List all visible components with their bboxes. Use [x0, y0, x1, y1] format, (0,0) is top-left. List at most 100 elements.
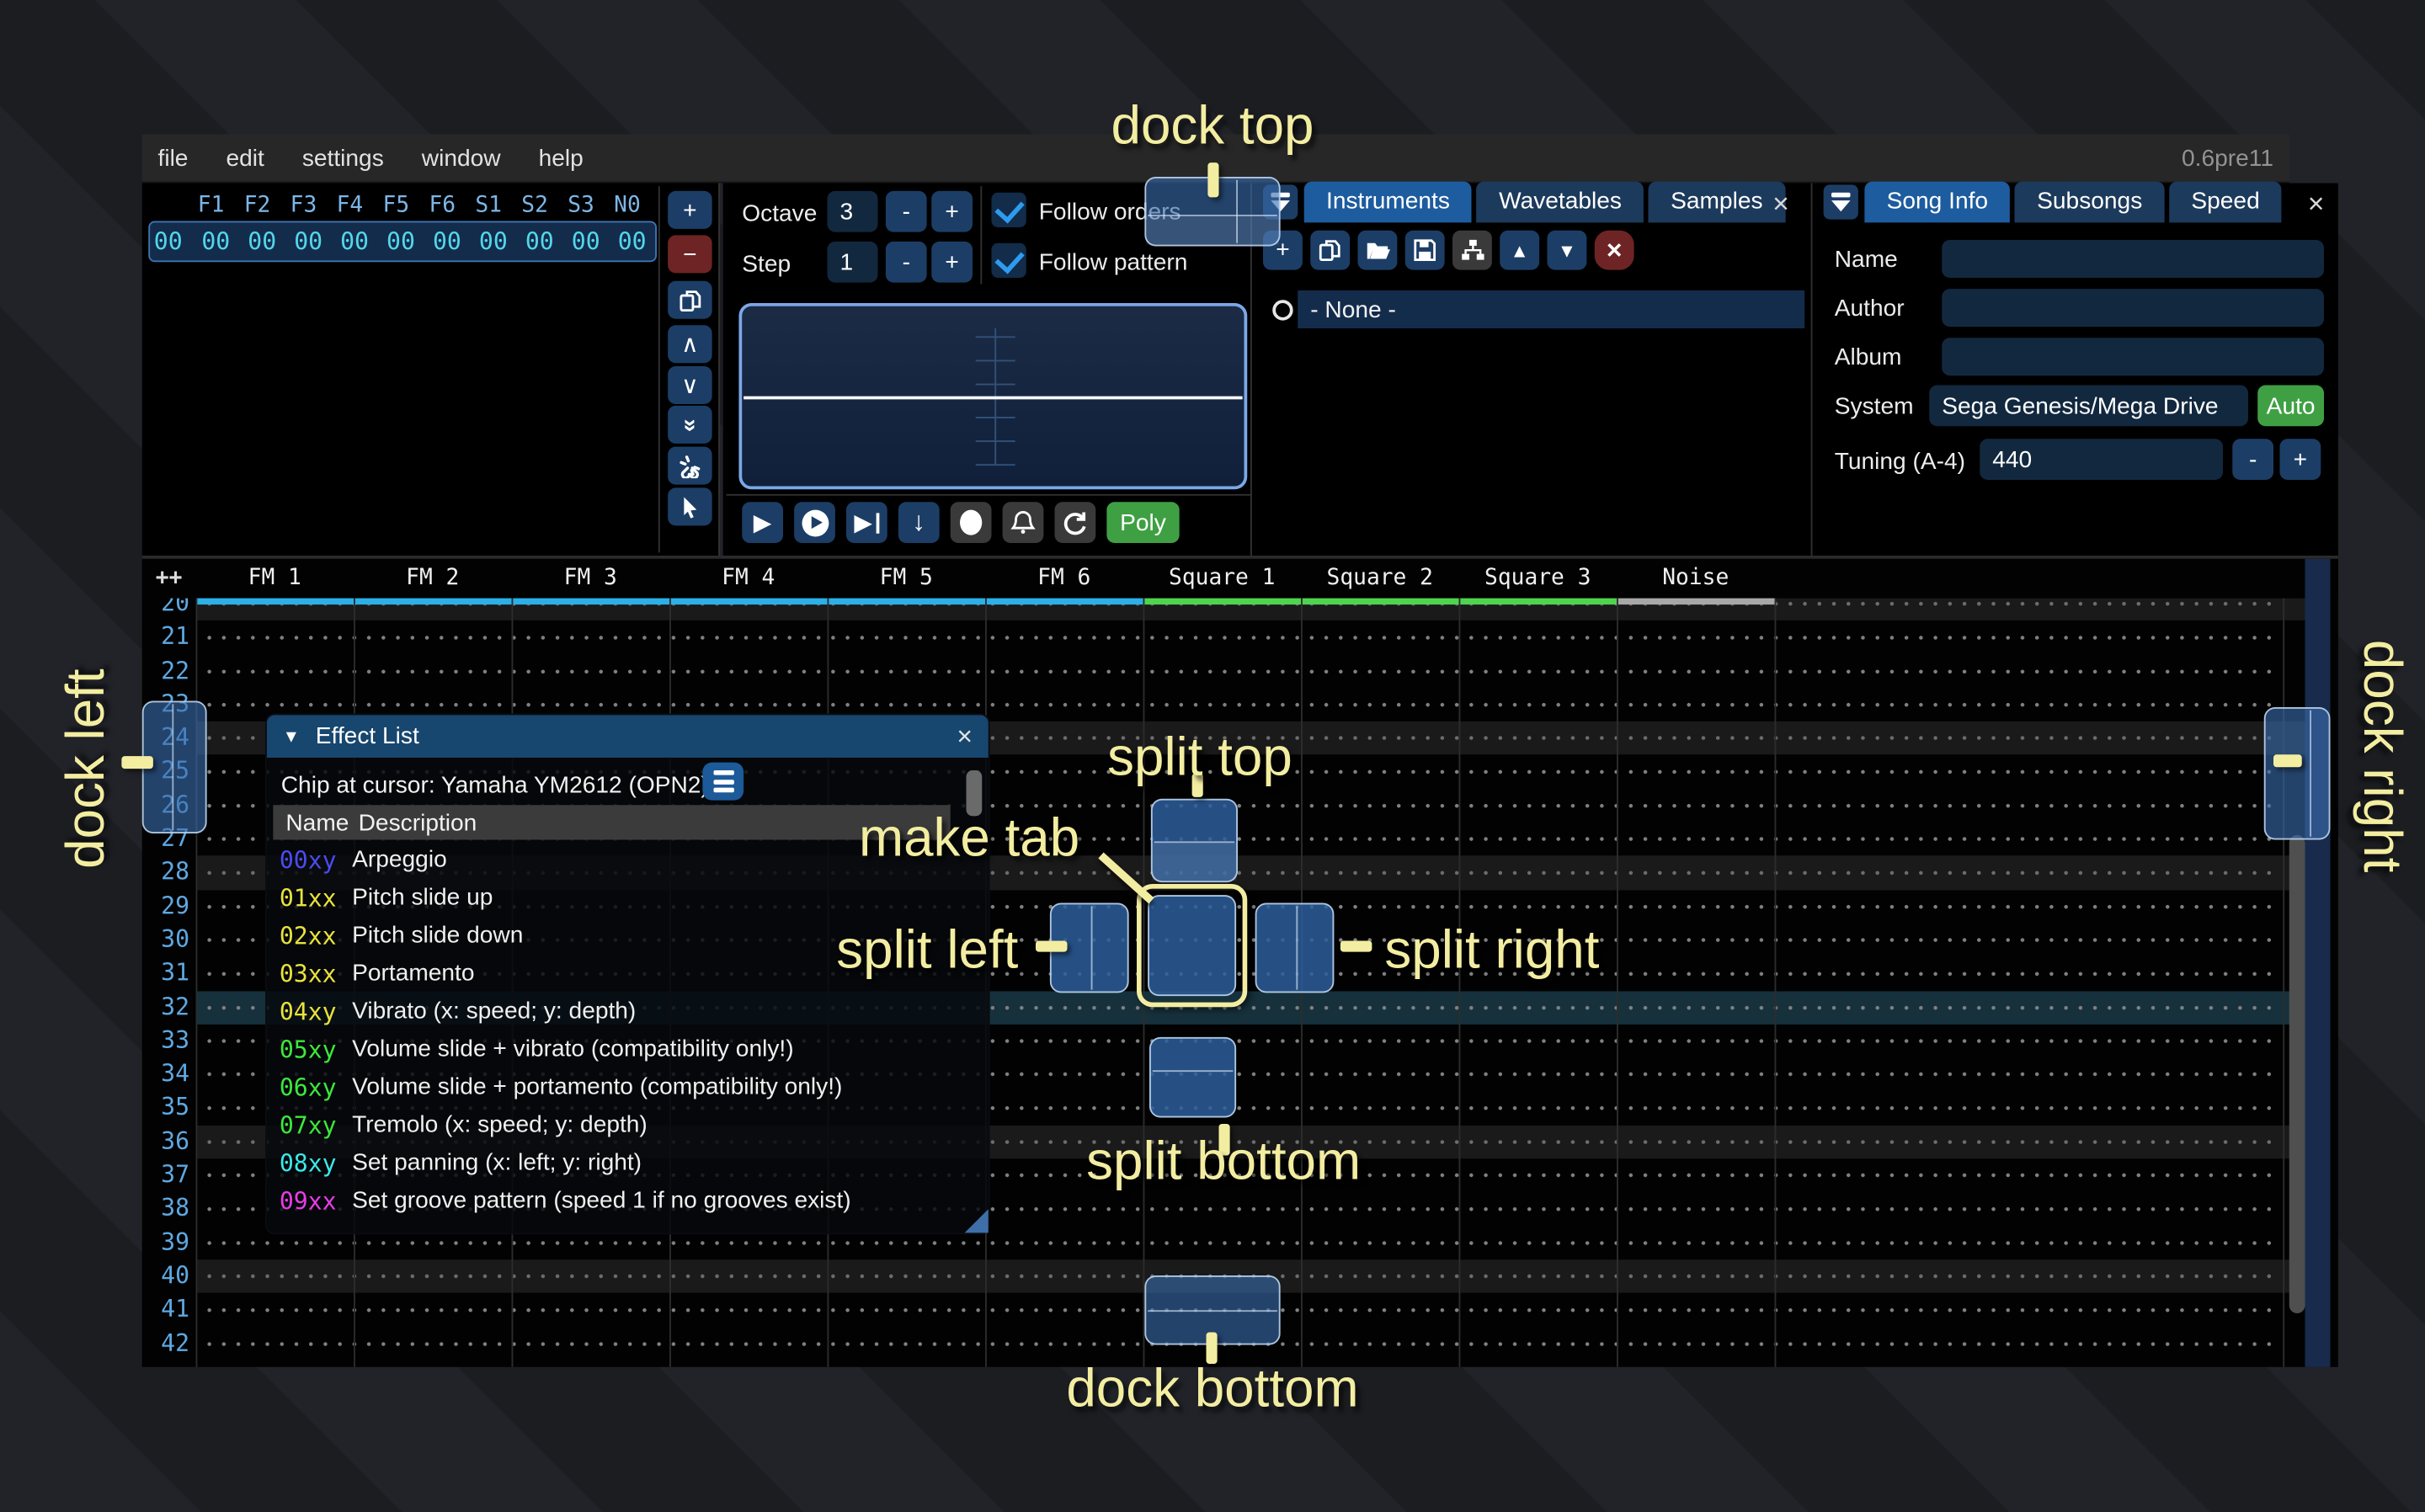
empty-pattern-cells[interactable]: [202, 654, 2280, 688]
dock-right-target[interactable]: [2264, 707, 2331, 840]
effect-row: 08xy Set panning (x: left; y: right): [267, 1144, 978, 1182]
order-move-up-button[interactable]: ∧: [668, 325, 712, 363]
metronome-button[interactable]: [1003, 502, 1044, 543]
order-duplicate-end-button[interactable]: »: [668, 406, 712, 444]
channel-header[interactable]: Square 1: [1143, 559, 1302, 599]
order-cell[interactable]: 00: [516, 227, 562, 256]
tuning-increase-button[interactable]: +: [2280, 439, 2321, 480]
order-cell[interactable]: 00: [424, 227, 470, 256]
tab[interactable]: Instruments: [1304, 182, 1472, 223]
repeat-pattern-button[interactable]: [1055, 502, 1096, 543]
split-top-target[interactable]: [1151, 799, 1238, 882]
close-window-icon[interactable]: ×: [957, 721, 973, 753]
instrument-list-item[interactable]: - None -: [1298, 290, 1804, 328]
tuning-decrease-button[interactable]: -: [2232, 439, 2273, 480]
dock-right-label: dock right: [2350, 640, 2412, 872]
step-decrease-button[interactable]: -: [886, 242, 927, 283]
instrument-delete-button[interactable]: ×: [1595, 231, 1634, 270]
record-button[interactable]: [951, 502, 992, 543]
tab[interactable]: Speed: [2169, 182, 2282, 223]
follow-pattern-checkbox[interactable]: [992, 243, 1026, 278]
octave-increase-button[interactable]: +: [931, 191, 973, 232]
order-select-mode-button[interactable]: [668, 487, 712, 525]
tab[interactable]: Subsongs: [2015, 182, 2165, 223]
menu-item[interactable]: settings: [302, 145, 384, 172]
order-add-button[interactable]: +: [668, 191, 712, 229]
oscilloscope: [739, 303, 1248, 489]
instrument-open-button[interactable]: [1358, 231, 1398, 270]
order-cell[interactable]: 00: [285, 227, 332, 256]
name-input[interactable]: [1942, 240, 2324, 278]
tab[interactable]: Song Info: [1864, 182, 2010, 223]
play-to-cursor-button[interactable]: ▶: [846, 502, 887, 543]
poly-toggle-button[interactable]: Poly: [1106, 502, 1179, 543]
close-panel-icon[interactable]: ×: [1763, 186, 1798, 221]
order-deep-clone-button[interactable]: [668, 447, 712, 485]
close-panel-icon[interactable]: ×: [2299, 186, 2333, 221]
album-input[interactable]: [1942, 338, 2324, 375]
play-from-cursor-button[interactable]: [794, 502, 835, 543]
instrument-move-up-button[interactable]: ▲: [1500, 231, 1539, 270]
order-remove-button[interactable]: −: [668, 235, 712, 273]
octave-decrease-button[interactable]: -: [886, 191, 927, 232]
step-input[interactable]: 1: [828, 242, 878, 283]
tuning-input[interactable]: 440: [1980, 439, 2223, 480]
empty-pattern-cells[interactable]: [202, 620, 2280, 654]
menu-item[interactable]: help: [539, 145, 584, 172]
channel-color-bar: [669, 599, 828, 605]
orders-selected-row[interactable]: 00 00000000000000000000: [148, 221, 657, 263]
split-right-target[interactable]: [1255, 903, 1335, 993]
order-cell[interactable]: 00: [470, 227, 516, 256]
channel-header[interactable]: Square 2: [1301, 559, 1459, 599]
effect-list-titlebar[interactable]: ▼ Effect List ×: [267, 715, 989, 758]
pattern-row[interactable]: 22: [142, 654, 2338, 688]
order-cell[interactable]: 00: [562, 227, 609, 256]
window-resize-grip[interactable]: [965, 1209, 989, 1232]
order-cell[interactable]: 00: [332, 227, 378, 256]
panel-collapse-button[interactable]: [1824, 184, 1858, 219]
system-auto-button[interactable]: Auto: [2257, 386, 2324, 427]
add-channel-button[interactable]: ++: [142, 559, 196, 599]
order-duplicate-button[interactable]: [668, 281, 712, 319]
instrument-duplicate-button[interactable]: [1310, 231, 1350, 270]
channel-header[interactable]: FM 4: [669, 559, 828, 599]
order-cell[interactable]: 00: [378, 227, 424, 256]
pattern-scrollbar-thumb[interactable]: [2289, 835, 2305, 1313]
channel-header[interactable]: Noise: [1617, 559, 1775, 599]
instrument-tree-view-button[interactable]: [1452, 231, 1492, 270]
menu-item[interactable]: file: [158, 145, 189, 172]
octave-input[interactable]: 3: [828, 191, 878, 232]
instrument-move-down-button[interactable]: ▼: [1548, 231, 1587, 270]
channel-header[interactable]: FM 2: [354, 559, 512, 599]
order-cell[interactable]: 00: [193, 227, 239, 256]
order-cell[interactable]: 00: [609, 227, 655, 256]
system-input[interactable]: Sega Genesis/Mega Drive: [1929, 386, 2248, 427]
channel-header[interactable]: FM 6: [985, 559, 1143, 599]
channel-header[interactable]: Square 3: [1459, 559, 1618, 599]
channel-header[interactable]: FM 5: [828, 559, 986, 599]
step-row-button[interactable]: ↓: [898, 502, 940, 543]
channel-header[interactable]: FM 1: [196, 559, 354, 599]
order-move-down-button[interactable]: ∨: [668, 366, 712, 404]
tab[interactable]: Wavetables: [1477, 182, 1644, 223]
split-bottom-target[interactable]: [1149, 1037, 1236, 1118]
order-cells[interactable]: 00000000000000000000: [193, 227, 655, 256]
channel-header[interactable]: FM 3: [512, 559, 670, 599]
step-increase-button[interactable]: +: [931, 242, 973, 283]
author-input[interactable]: [1942, 289, 2324, 327]
pattern-row[interactable]: 21: [142, 620, 2338, 654]
effect-list-menu-button[interactable]: [702, 763, 743, 801]
effect-table-rows: 00xy Arpeggio 01xx Pitch slide up 02xx P…: [267, 841, 978, 1220]
instrument-save-button[interactable]: [1405, 231, 1445, 270]
follow-pattern-label[interactable]: Follow pattern: [1039, 249, 1188, 276]
menu-item[interactable]: edit: [226, 145, 264, 172]
collapse-window-icon[interactable]: ▼: [283, 727, 300, 746]
follow-orders-checkbox[interactable]: [992, 193, 1026, 227]
play-button[interactable]: ▶: [742, 502, 783, 543]
menu-item[interactable]: window: [422, 145, 501, 172]
effect-description: Set groove pattern (speed 1 if no groove…: [352, 1182, 851, 1220]
double-chevron-down-icon: »: [676, 418, 703, 432]
order-cell[interactable]: 00: [239, 227, 285, 256]
effect-description: Volume slide + portamento (compatibility…: [352, 1068, 842, 1106]
orders-header: F3: [280, 193, 327, 218]
